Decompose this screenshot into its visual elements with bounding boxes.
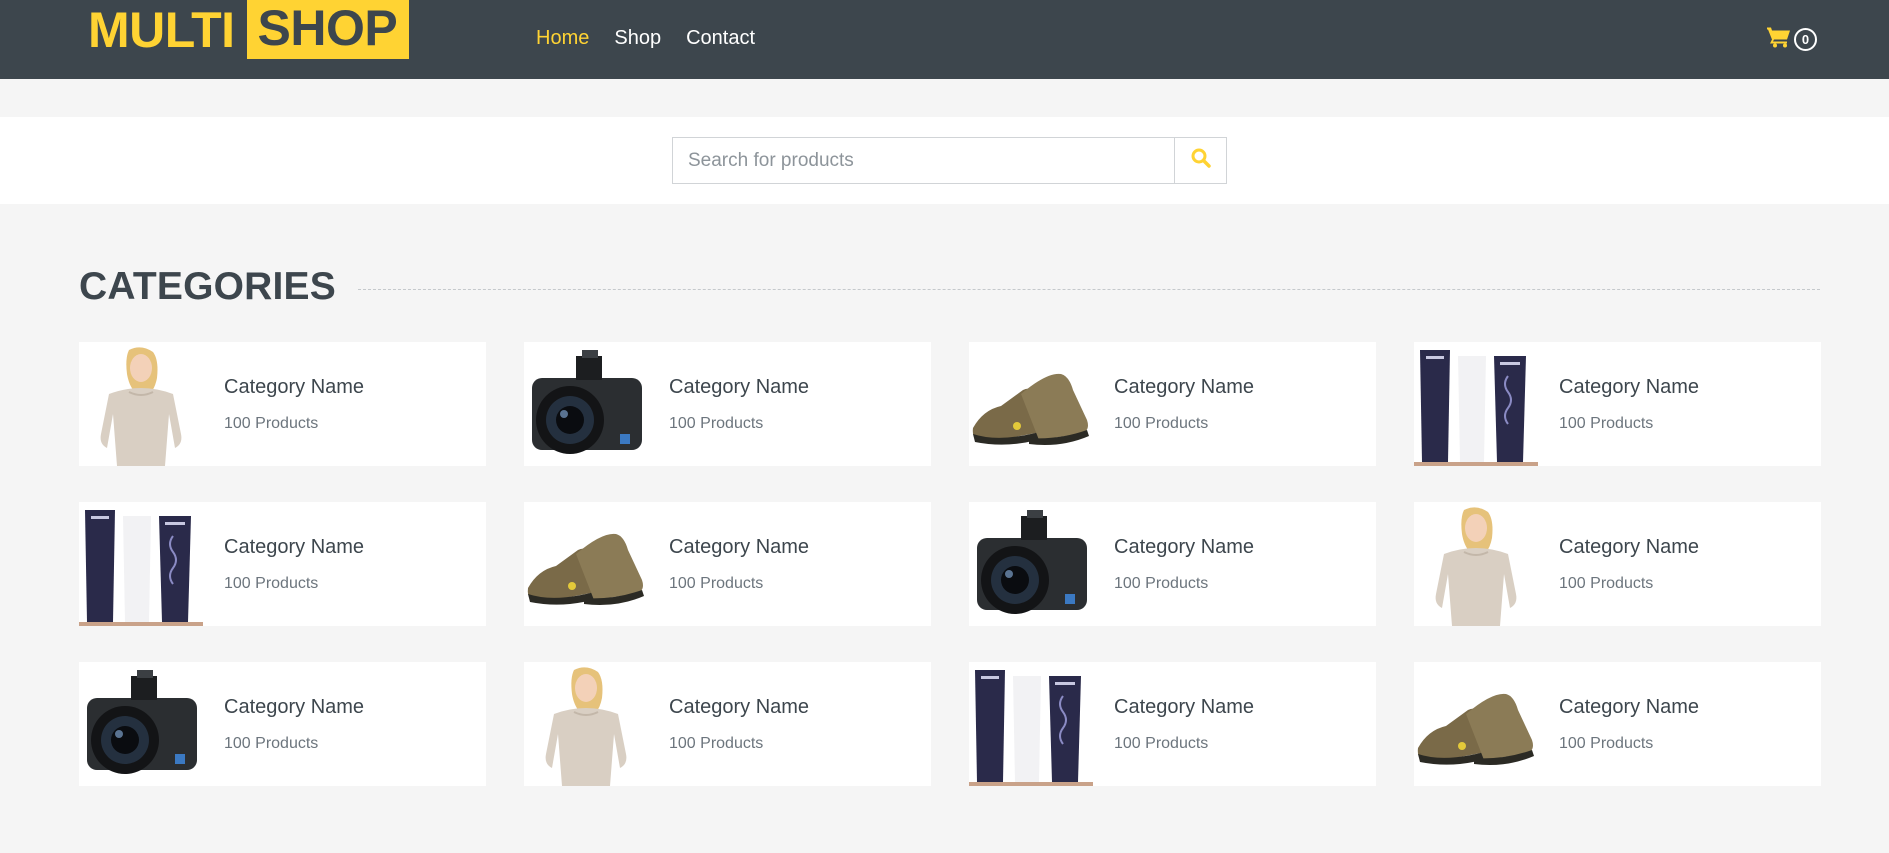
category-card[interactable]: Category Name 100 Products [969,502,1376,626]
camera-image [977,510,1087,614]
search-form [672,137,1227,184]
category-product-count: 100 Products [669,574,764,592]
category-product-count: 100 Products [224,734,319,752]
search-icon [1191,148,1211,173]
category-card[interactable]: Category Name 100 Products [969,662,1376,786]
category-card[interactable]: Category Name 100 Products [1414,342,1821,466]
category-name: Category Name [669,535,810,558]
cosmetics-image [1414,350,1538,466]
logo-text-shop: SHOP [246,0,410,59]
search-button[interactable] [1174,138,1226,183]
category-card[interactable]: Category Name 100 Products [1414,662,1821,786]
shopping-cart-icon [1767,26,1791,53]
category-image [79,662,203,786]
section-title: CATEGORIES [79,265,336,308]
category-name: Category Name [224,695,365,718]
cosmetics-image [79,510,203,626]
category-grid: Category Name 100 Products Category Name 1… [79,342,1821,786]
top-navbar: MULTI SHOP Home Shop Contact 0 [0,0,1889,79]
category-name: Category Name [224,375,365,398]
category-product-count: 100 Products [224,414,319,432]
category-product-count: 100 Products [1114,414,1209,432]
shoes-image [527,533,644,605]
category-image [969,662,1093,786]
woman-sweater-image [100,347,182,466]
category-product-count: 100 Products [1114,574,1209,592]
category-name: Category Name [1114,535,1255,558]
category-name: Category Name [1559,535,1700,558]
category-name: Category Name [669,695,810,718]
category-image [1414,342,1538,466]
category-card[interactable]: Category Name 100 Products [79,662,486,786]
cart-count-badge: 0 [1794,28,1817,51]
search-band [0,117,1889,204]
category-name: Category Name [1114,375,1255,398]
camera-image [532,350,642,454]
categories-header: CATEGORIES [79,265,1820,309]
category-product-count: 100 Products [1559,414,1654,432]
category-image [969,502,1093,626]
title-divider [357,288,1820,290]
category-card[interactable]: Category Name 100 Products [79,342,486,466]
category-image [79,502,203,626]
brand-logo[interactable]: MULTI SHOP [88,0,410,59]
category-card[interactable]: Category Name 100 Products [524,342,931,466]
camera-image [87,670,197,774]
category-name: Category Name [224,535,365,558]
category-card[interactable]: Category Name 100 Products [524,502,931,626]
woman-sweater-image [1435,507,1517,626]
search-input[interactable] [673,138,1174,183]
category-card[interactable]: Category Name 100 Products [1414,502,1821,626]
category-name: Category Name [1559,375,1700,398]
category-image [1414,662,1538,786]
category-card[interactable]: Category Name 100 Products [79,502,486,626]
category-image [524,662,648,786]
nav-link-shop[interactable]: Shop [614,27,661,50]
category-name: Category Name [669,375,810,398]
category-image [969,342,1093,466]
main-nav: Home Shop Contact [536,27,780,50]
cart-button[interactable]: 0 [1767,26,1817,53]
nav-link-home[interactable]: Home [536,27,589,50]
category-product-count: 100 Products [1559,574,1654,592]
category-name: Category Name [1559,695,1700,718]
category-card[interactable]: Category Name 100 Products [524,662,931,786]
category-card[interactable]: Category Name 100 Products [969,342,1376,466]
shoes-image [1417,693,1534,765]
category-product-count: 100 Products [1559,734,1654,752]
category-product-count: 100 Products [669,734,764,752]
category-image [1414,502,1538,626]
woman-sweater-image [545,667,627,786]
category-image [524,342,648,466]
logo-text-multi: MULTI [88,1,235,58]
category-image [524,502,648,626]
nav-link-contact[interactable]: Contact [686,27,755,50]
category-product-count: 100 Products [1114,734,1209,752]
category-product-count: 100 Products [224,574,319,592]
shoes-image [972,373,1089,445]
category-image [79,342,203,466]
cosmetics-image [969,670,1093,786]
category-name: Category Name [1114,695,1255,718]
category-product-count: 100 Products [669,414,764,432]
